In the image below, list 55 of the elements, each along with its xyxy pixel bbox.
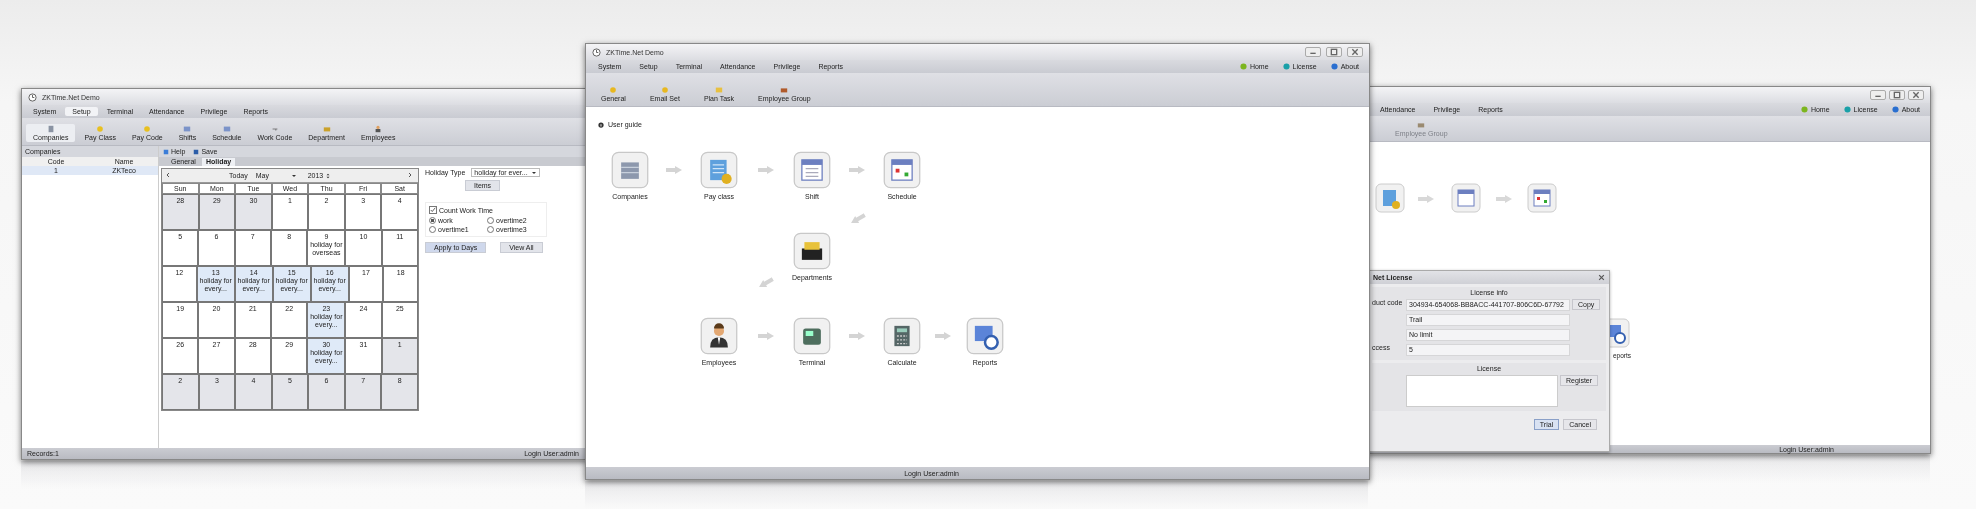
arrow-icon — [758, 166, 774, 174]
globe-icon — [1843, 106, 1851, 113]
minimize-button[interactable] — [1870, 90, 1886, 100]
globe-icon — [1330, 63, 1338, 70]
coin-icon — [660, 86, 669, 94]
close-button[interactable] — [1347, 47, 1363, 57]
building-icon[interactable] — [611, 151, 649, 189]
report-icon[interactable] — [966, 317, 1004, 355]
calendar-icon — [183, 125, 192, 133]
arrow-icon — [849, 332, 865, 340]
caret-icon — [290, 172, 297, 179]
globe-icon — [1282, 63, 1290, 70]
info-icon — [598, 121, 604, 128]
clock-icon — [592, 47, 601, 57]
chevron-left-icon — [165, 171, 171, 178]
arrow-icon — [666, 166, 682, 174]
check-icon — [430, 207, 436, 213]
building-icon — [46, 125, 55, 133]
close-icon — [1598, 274, 1605, 281]
calendar-icon — [1527, 183, 1557, 213]
caret-icon — [530, 169, 537, 176]
drawer-icon[interactable] — [793, 232, 831, 270]
minimize-button[interactable] — [1305, 47, 1321, 57]
globe-icon — [1891, 106, 1899, 113]
close-button[interactable] — [1908, 90, 1924, 100]
folder-icon — [1417, 121, 1426, 129]
arrow-icon — [758, 332, 774, 340]
person-icon — [374, 125, 383, 133]
coin-icon — [609, 86, 618, 94]
terminal-icon[interactable] — [793, 317, 831, 355]
clock-icon — [28, 92, 37, 102]
arrow-icon — [935, 332, 951, 340]
close-button[interactable] — [1598, 274, 1605, 281]
maximize-button[interactable] — [1889, 90, 1905, 100]
list-icon — [1375, 183, 1405, 213]
spinner-icon — [325, 172, 332, 179]
globe-icon — [1239, 63, 1247, 70]
folder-icon — [715, 86, 723, 94]
calendar-icon[interactable] — [793, 151, 831, 189]
arrow-icon — [1418, 195, 1434, 203]
arrow-icon — [849, 166, 865, 174]
coin-icon — [143, 125, 152, 133]
calendar-icon — [222, 125, 231, 133]
calendar-icon — [1451, 183, 1481, 213]
list-icon[interactable] — [700, 151, 738, 189]
chevron-right-icon — [407, 171, 413, 178]
schedule-icon[interactable] — [883, 151, 921, 189]
calculator-icon[interactable] — [883, 317, 921, 355]
person-icon[interactable] — [700, 317, 738, 355]
maximize-button[interactable] — [1326, 47, 1342, 57]
arrow-icon — [1496, 195, 1512, 203]
drawer-icon — [322, 125, 331, 133]
drawer-icon — [780, 86, 789, 94]
globe-icon — [1800, 106, 1808, 113]
coin-icon — [96, 125, 105, 133]
